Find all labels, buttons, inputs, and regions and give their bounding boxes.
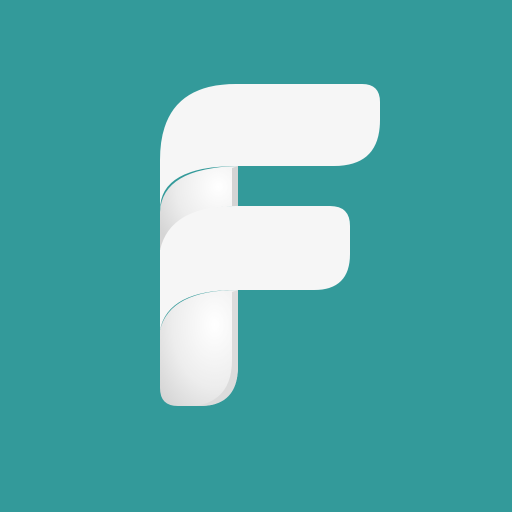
app-icon[interactable] bbox=[0, 0, 512, 512]
f-top-shadow bbox=[232, 166, 238, 206]
letter-f-logo-icon bbox=[160, 84, 380, 406]
